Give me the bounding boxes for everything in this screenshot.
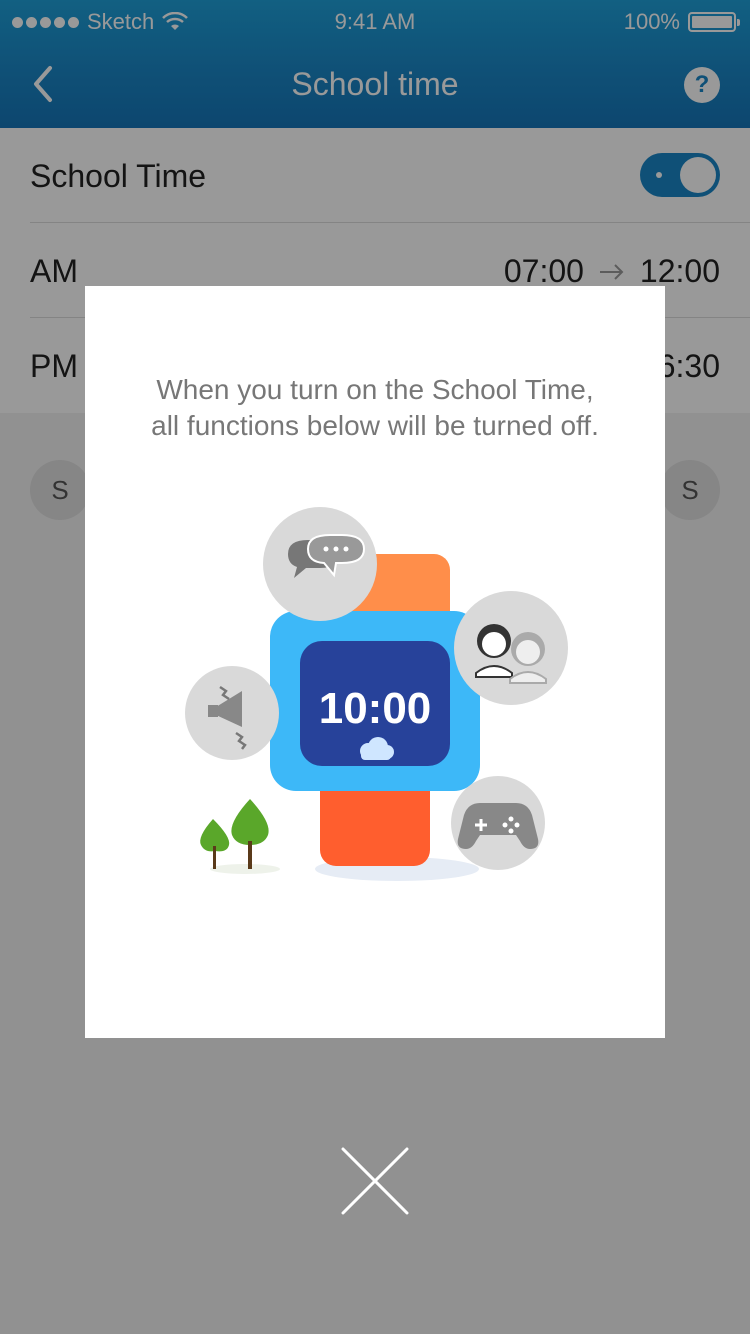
dialog-message-line-2: all functions below will be turned off. [151,410,599,441]
close-dialog-button[interactable] [335,1141,415,1221]
tree-icon [200,799,280,874]
gamepad-icon [451,776,545,870]
school-time-info-dialog: When you turn on the School Time, all fu… [85,286,665,1038]
chat-icon [263,507,377,621]
smartwatch-illustration: 10:00 [185,507,568,881]
watch-time: 10:00 [319,684,432,733]
dialog-message-line-1: When you turn on the School Time, [156,374,594,405]
megaphone-icon [185,666,279,760]
contacts-icon [454,591,568,705]
dialog-message: When you turn on the School Time, all fu… [85,372,665,444]
